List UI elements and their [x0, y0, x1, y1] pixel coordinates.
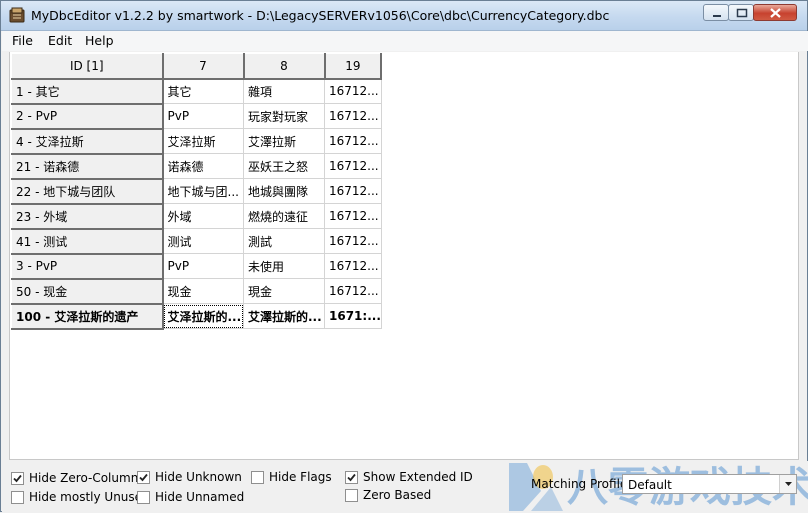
hide-flags-checkbox[interactable]: Hide Flags — [251, 469, 332, 485]
close-icon — [770, 8, 781, 18]
checkbox-label: Hide Unknown — [155, 470, 242, 484]
checkmark-icon — [347, 473, 356, 481]
matching-profiles-select[interactable]: Default — [622, 474, 797, 494]
row-header-cell[interactable]: 23 - 外域 — [11, 203, 164, 230]
hide-zero-columns-checkbox[interactable]: Hide Zero-Columns — [11, 470, 145, 486]
table-row[interactable]: 100 - 艾泽拉斯的遗产 艾泽拉斯的... 艾澤拉斯的... 1671:... — [11, 303, 382, 330]
cell-col-19[interactable]: 16712... — [324, 103, 382, 129]
cell-col-7[interactable]: PvP — [162, 253, 244, 279]
cell-col-19[interactable]: 16712... — [324, 78, 382, 104]
cell-col-7[interactable]: 现金 — [162, 278, 244, 304]
cell-col-7[interactable]: 艾泽拉斯的... — [162, 303, 244, 329]
maximize-icon — [736, 8, 748, 18]
row-header-cell[interactable]: 2 - PvP — [11, 103, 164, 130]
cell-col-8[interactable]: 巫妖王之怒 — [243, 153, 325, 179]
close-button[interactable] — [753, 4, 797, 21]
checkbox-box[interactable] — [137, 490, 150, 504]
table-row[interactable]: 1 - 其它 其它 雜項 16712... — [11, 78, 382, 105]
cell-col-19[interactable]: 16712... — [324, 278, 382, 304]
table-row[interactable]: 41 - 测试 测试 測試 16712... — [11, 228, 382, 255]
dbc-grid: ID [1] 7 8 19 1 - 其它 其它 雜項 16712... 2 - PvP P… — [11, 53, 383, 330]
cell-col-19[interactable]: 16712... — [324, 228, 382, 254]
checkbox-label: Show Extended ID — [363, 470, 473, 484]
zero-based-checkbox[interactable]: Zero Based — [345, 487, 431, 503]
row-header-cell[interactable]: 3 - PvP — [11, 253, 164, 280]
cell-col-7[interactable]: 艾泽拉斯 — [162, 128, 244, 154]
checkbox-box[interactable] — [345, 488, 358, 502]
minimize-icon — [713, 15, 721, 17]
checkbox-label: Hide mostly Unused — [29, 490, 150, 504]
cell-col-8[interactable]: 雜項 — [243, 78, 325, 104]
row-header-cell[interactable]: 21 - 诺森德 — [11, 153, 164, 180]
cell-col-7[interactable]: PvP — [162, 103, 244, 129]
hide-unknown-checkbox[interactable]: Hide Unknown — [137, 469, 242, 485]
checkbox-label: Hide Flags — [269, 470, 332, 484]
row-header-cell[interactable]: 22 - 地下城与团队 — [11, 178, 164, 205]
column-header-8[interactable]: 8 — [243, 53, 326, 80]
row-header-cell[interactable]: 50 - 现金 — [11, 278, 164, 305]
checkbox-box[interactable] — [345, 470, 358, 484]
cell-col-19[interactable]: 16712... — [324, 153, 382, 179]
row-header-cell[interactable]: 1 - 其它 — [11, 78, 164, 105]
table-row[interactable]: 22 - 地下城与团队 地下城与团... 地城與團隊 16712... — [11, 178, 382, 205]
options-panel: Hide Zero-Columns Hide mostly Unused Hid… — [2, 461, 808, 512]
table-row[interactable]: 4 - 艾泽拉斯 艾泽拉斯 艾澤拉斯 16712... — [11, 128, 382, 155]
menu-file[interactable]: File — [9, 33, 36, 48]
column-header-19[interactable]: 19 — [324, 53, 383, 80]
cell-col-8[interactable]: 測試 — [243, 228, 325, 254]
table-row[interactable]: 50 - 现金 现金 現金 16712... — [11, 278, 382, 305]
menu-edit[interactable]: Edit — [45, 33, 75, 48]
cell-col-8[interactable]: 未使用 — [243, 253, 325, 279]
checkbox-label: Hide Zero-Columns — [29, 471, 145, 485]
cell-col-8[interactable]: 地城與團隊 — [243, 178, 325, 204]
hide-mostly-unused-checkbox[interactable]: Hide mostly Unused — [11, 489, 150, 505]
cell-col-19[interactable]: 16712... — [324, 128, 382, 154]
cell-col-7[interactable]: 其它 — [162, 78, 244, 104]
checkbox-box[interactable] — [11, 490, 24, 504]
checkmark-icon — [139, 473, 148, 481]
hide-unnamed-checkbox[interactable]: Hide Unnamed — [137, 489, 244, 505]
column-header-id[interactable]: ID [1] — [11, 53, 164, 80]
cell-col-8[interactable]: 現金 — [243, 278, 325, 304]
chevron-down-icon — [785, 482, 792, 486]
table-row[interactable]: 3 - PvP PvP 未使用 16712... — [11, 253, 382, 280]
row-header-cell[interactable]: 4 - 艾泽拉斯 — [11, 128, 164, 155]
menu-bar: File Edit Help — [2, 31, 808, 51]
table-row[interactable]: 2 - PvP PvP 玩家對玩家 16712... — [11, 103, 382, 130]
column-header-7[interactable]: 7 — [162, 53, 245, 80]
table-row[interactable]: 23 - 外域 外域 燃燒的遠征 16712... — [11, 203, 382, 230]
checkbox-box[interactable] — [251, 470, 264, 484]
app-icon — [9, 7, 25, 23]
data-grid-area[interactable]: ID [1] 7 8 19 1 - 其它 其它 雜項 16712... 2 - PvP P… — [9, 52, 799, 460]
dropdown-button[interactable] — [779, 475, 796, 493]
checkmark-icon — [13, 474, 22, 482]
row-header-cell[interactable]: 100 - 艾泽拉斯的遗产 — [11, 303, 164, 330]
checkbox-label: Zero Based — [363, 488, 432, 502]
row-header-cell[interactable]: 41 - 测试 — [11, 228, 164, 255]
cell-col-19[interactable]: 16712... — [324, 178, 382, 204]
cell-col-8[interactable]: 玩家對玩家 — [243, 103, 325, 129]
minimize-button[interactable] — [703, 4, 729, 21]
checkbox-box[interactable] — [11, 471, 24, 485]
cell-col-8[interactable]: 燃燒的遠征 — [243, 203, 325, 229]
cell-col-19[interactable]: 1671:... — [324, 303, 382, 329]
show-extended-id-checkbox[interactable]: Show Extended ID — [345, 469, 473, 485]
cell-col-7[interactable]: 诺森德 — [162, 153, 244, 179]
title-bar[interactable]: MyDbcEditor v1.2.2 by smartwork - D:\Leg… — [1, 1, 807, 31]
window-title: MyDbcEditor v1.2.2 by smartwork - D:\Leg… — [31, 8, 610, 23]
checkbox-box[interactable] — [137, 470, 150, 484]
cell-col-7[interactable]: 地下城与团... — [162, 178, 244, 204]
cell-col-7[interactable]: 外域 — [162, 203, 244, 229]
matching-profiles-value: Default — [628, 478, 672, 492]
menu-help[interactable]: Help — [82, 33, 117, 48]
cell-col-19[interactable]: 16712... — [324, 253, 382, 279]
checkbox-label: Hide Unnamed — [155, 490, 245, 504]
cell-col-8[interactable]: 艾澤拉斯的... — [243, 303, 325, 329]
cell-col-19[interactable]: 16712... — [324, 203, 382, 229]
table-row[interactable]: 21 - 诺森德 诺森德 巫妖王之怒 16712... — [11, 153, 382, 180]
app-window: MyDbcEditor v1.2.2 by smartwork - D:\Leg… — [0, 0, 808, 512]
maximize-button[interactable] — [728, 4, 754, 21]
cell-col-8[interactable]: 艾澤拉斯 — [243, 128, 325, 154]
cell-col-7[interactable]: 测试 — [162, 228, 244, 254]
